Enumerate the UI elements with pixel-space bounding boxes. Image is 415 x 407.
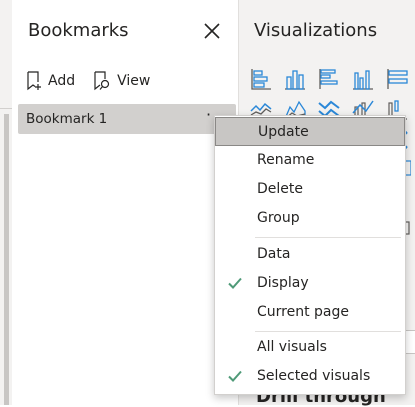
menu-item-display[interactable]: Display xyxy=(215,269,405,298)
viz-icon-row-1 xyxy=(249,67,415,91)
clustered-column-chart-icon[interactable] xyxy=(351,67,375,91)
menu-item-delete[interactable]: Delete xyxy=(215,175,405,204)
menu-item-label: Delete xyxy=(257,181,303,197)
menu-item-all-visuals[interactable]: All visuals xyxy=(215,333,405,362)
more-options-icon[interactable]: · xyxy=(206,107,211,123)
menu-item-selected-visuals[interactable]: Selected visuals xyxy=(215,362,405,391)
menu-item-label: Update xyxy=(258,124,309,140)
bookmarks-toolbar: Add View xyxy=(26,68,168,94)
menu-item-label: Data xyxy=(257,246,291,262)
checkmark-icon xyxy=(228,370,242,382)
bookmark-item[interactable]: Bookmark 1 · xyxy=(18,104,236,134)
menu-item-label: Group xyxy=(257,210,300,226)
view-bookmark-label: View xyxy=(117,73,151,89)
stacked-column-chart-icon[interactable] xyxy=(283,67,307,91)
menu-item-group[interactable]: Group xyxy=(215,204,405,233)
menu-separator xyxy=(255,237,401,238)
checkmark-icon xyxy=(228,277,242,289)
menu-item-label: Current page xyxy=(257,304,349,320)
canvas-scrollbar[interactable] xyxy=(4,114,9,405)
canvas-divider xyxy=(0,108,12,109)
menu-separator xyxy=(255,331,401,332)
add-bookmark-button[interactable]: Add xyxy=(26,71,75,91)
view-bookmark-button[interactable]: View xyxy=(93,71,150,91)
menu-item-update[interactable]: Update xyxy=(215,117,405,146)
add-bookmark-label: Add xyxy=(48,73,76,89)
menu-item-label: Selected visuals xyxy=(257,368,371,384)
menu-item-rename[interactable]: Rename xyxy=(215,146,405,175)
bookmarks-pane: Bookmarks Add View Bookmark 1 · xyxy=(12,0,239,405)
clustered-bar-chart-icon[interactable] xyxy=(317,67,341,91)
100-percent-bar-chart-icon[interactable] xyxy=(385,67,409,91)
bookmark-view-icon xyxy=(94,71,110,91)
menu-item-data[interactable]: Data xyxy=(215,240,405,269)
report-canvas-edge xyxy=(0,0,12,405)
visualizations-title: Visualizations xyxy=(254,20,378,41)
bookmarks-title: Bookmarks xyxy=(28,20,129,41)
menu-item-label: All visuals xyxy=(257,339,327,355)
close-icon[interactable] xyxy=(202,21,222,41)
stacked-bar-chart-icon[interactable] xyxy=(249,67,273,91)
menu-item-current-page[interactable]: Current page xyxy=(215,298,405,327)
menu-item-label: Display xyxy=(257,275,309,291)
bookmark-context-menu: Update Rename Delete Group Data Display … xyxy=(214,115,406,395)
bookmark-item-label: Bookmark 1 xyxy=(26,111,108,127)
menu-item-label: Rename xyxy=(257,152,315,168)
bookmark-add-icon xyxy=(27,71,41,91)
